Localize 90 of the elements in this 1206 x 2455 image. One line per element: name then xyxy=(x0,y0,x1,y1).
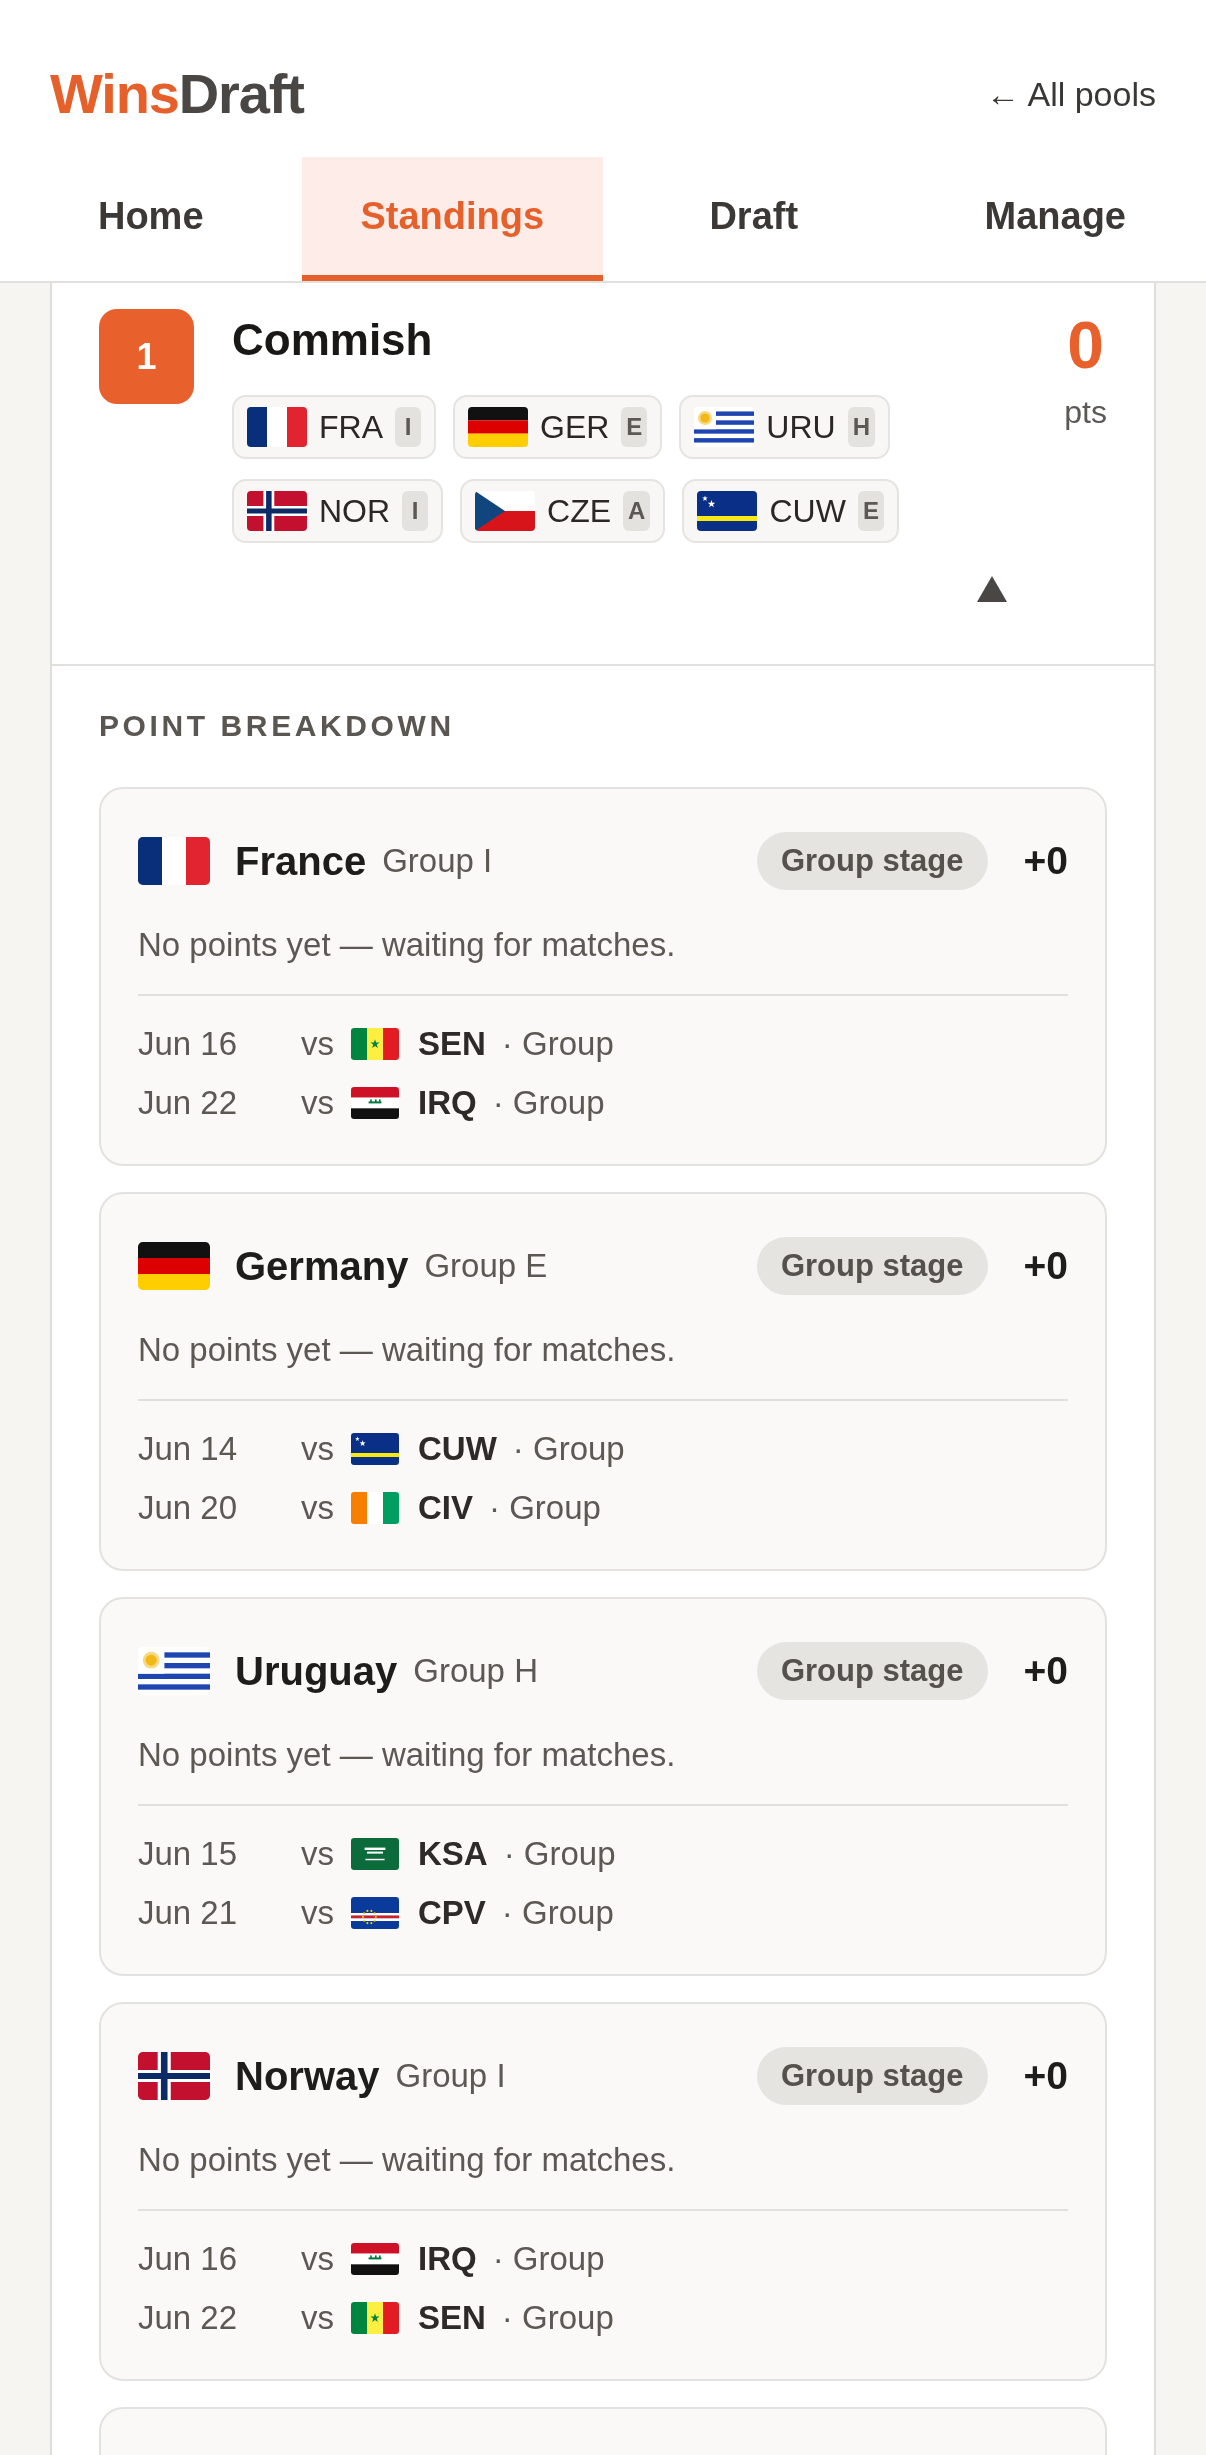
group-letter-badge: H xyxy=(847,407,876,447)
norway-flag-icon xyxy=(247,491,307,531)
vs-label: vs xyxy=(301,1083,335,1123)
team-name: Germany xyxy=(235,1243,409,1290)
team-code: URU xyxy=(766,408,836,447)
caret-up-icon[interactable] xyxy=(977,576,1007,602)
team-code: CUW xyxy=(769,492,846,531)
status-note: No points yet — waiting for matches. xyxy=(138,925,677,965)
match-date: Jun 20 xyxy=(138,1488,239,1528)
czechia-flag-icon xyxy=(475,491,536,531)
team-group: Group E xyxy=(424,1241,548,1291)
curacao-flag-icon xyxy=(697,491,758,531)
iraq-flag-icon xyxy=(351,2243,399,2275)
team-group: Group I xyxy=(395,2051,506,2101)
team-group: Group I xyxy=(382,836,493,886)
vs-label: vs xyxy=(301,1893,335,1933)
status-note: No points yet — waiting for matches. xyxy=(138,2140,677,2180)
opponent-code: SEN xyxy=(418,1024,486,1064)
team-points: +0 xyxy=(1023,2053,1068,2099)
team-code: NOR xyxy=(319,492,391,531)
match-date: Jun 21 xyxy=(138,1893,239,1933)
vs-label: vs xyxy=(301,2239,335,2279)
vs-label: vs xyxy=(301,1488,335,1528)
all-pools-link[interactable]: ← All pools xyxy=(985,71,1156,116)
points-total: 0 xyxy=(1067,309,1104,381)
points-unit: pts xyxy=(1064,393,1107,432)
stage-badge: Group stage xyxy=(756,1642,988,1700)
status-note: No points yet — waiting for matches. xyxy=(138,1330,677,1370)
rank-badge: 1 xyxy=(99,309,194,404)
team-name: Uruguay xyxy=(235,1648,398,1695)
match-round: · Group xyxy=(501,2298,614,2338)
stage-badge: Group stage xyxy=(756,2047,988,2105)
player-name: Commish xyxy=(232,314,434,366)
opponent-code: CPV xyxy=(418,1893,486,1933)
match-round: · Group xyxy=(501,1893,614,1933)
stage-badge: Group stage xyxy=(756,1237,988,1295)
team-points: +0 xyxy=(1023,1648,1068,1694)
uruguay-flag-icon xyxy=(694,407,755,447)
status-note: No points yet — waiting for matches. xyxy=(138,1735,677,1775)
france-flag-icon xyxy=(138,837,210,885)
germany-flag-icon xyxy=(138,1242,210,1290)
logo[interactable]: WinsDraft xyxy=(50,61,304,126)
iraq-flag-icon xyxy=(351,1087,399,1119)
group-letter-badge: I xyxy=(402,491,429,531)
opponent-code: IRQ xyxy=(418,1083,477,1123)
match-date: Jun 22 xyxy=(138,1083,239,1123)
saudi-arabia-flag-icon xyxy=(351,1838,399,1870)
norway-flag-icon xyxy=(138,2052,210,2100)
team-code: CZE xyxy=(547,492,612,531)
opponent-code: SEN xyxy=(418,2298,486,2338)
match-date: Jun 22 xyxy=(138,2298,239,2338)
match-round: · Group xyxy=(492,2239,605,2279)
senegal-flag-icon xyxy=(351,2302,399,2334)
group-letter-badge: E xyxy=(857,491,884,531)
group-letter-badge: E xyxy=(621,407,648,447)
team-name: Norway xyxy=(235,2053,380,2100)
match-date: Jun 16 xyxy=(138,2239,239,2279)
stage-badge: Group stage xyxy=(756,832,988,890)
match-round: · Group xyxy=(489,1488,601,1528)
team-name: France xyxy=(235,838,367,885)
uruguay-flag-icon xyxy=(138,1647,210,1695)
match-round: · Group xyxy=(503,1834,616,1874)
section-title: POINT BREAKDOWN xyxy=(99,708,455,744)
france-flag-icon xyxy=(247,407,307,447)
curacao-flag-icon xyxy=(351,1433,399,1465)
match-round: · Group xyxy=(492,1083,605,1123)
group-letter-badge: A xyxy=(623,491,651,531)
match-date: Jun 14 xyxy=(138,1429,239,1469)
match-round: · Group xyxy=(501,1024,614,1064)
team-points: +0 xyxy=(1023,838,1068,884)
senegal-flag-icon xyxy=(351,1028,399,1060)
vs-label: vs xyxy=(301,1429,335,1469)
match-date: Jun 16 xyxy=(138,1024,239,1064)
vs-label: vs xyxy=(301,2298,335,2338)
team-points: +0 xyxy=(1023,1243,1068,1289)
team-code: GER xyxy=(540,408,610,447)
opponent-code: CUW xyxy=(418,1429,497,1469)
opponent-code: KSA xyxy=(418,1834,488,1874)
vs-label: vs xyxy=(301,1834,335,1874)
vs-label: vs xyxy=(301,1024,335,1064)
cape-verde-flag-icon xyxy=(351,1897,399,1929)
opponent-code: CIV xyxy=(418,1488,473,1528)
opponent-code: IRQ xyxy=(418,2239,477,2279)
match-round: · Group xyxy=(512,1429,625,1469)
ivory-coast-flag-icon xyxy=(351,1492,399,1524)
germany-flag-icon xyxy=(468,407,528,447)
team-code: FRA xyxy=(319,408,383,447)
group-letter-badge: I xyxy=(395,407,421,447)
match-date: Jun 15 xyxy=(138,1834,239,1874)
team-group: Group H xyxy=(413,1646,538,1696)
